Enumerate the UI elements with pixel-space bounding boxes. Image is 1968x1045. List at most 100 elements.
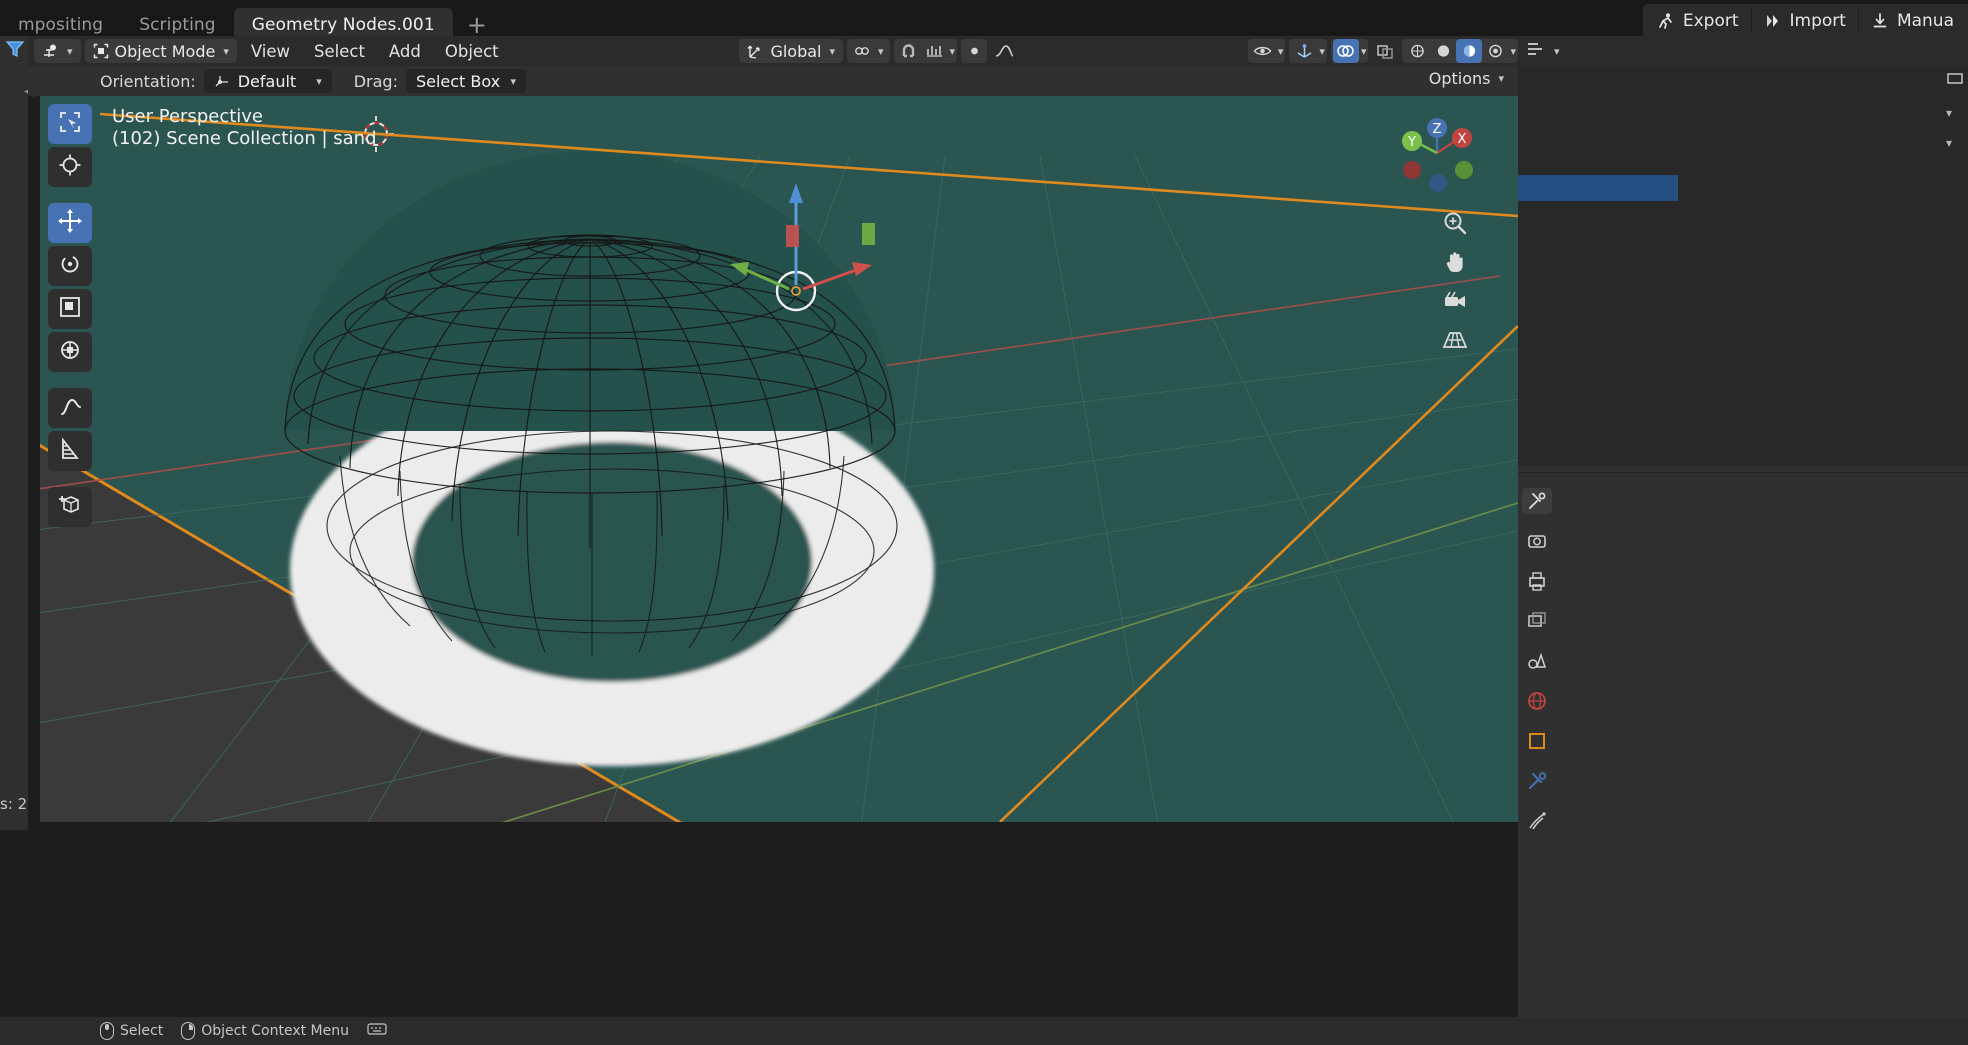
toolbar-gap-2 — [48, 375, 92, 385]
viewport-3d[interactable]: User Perspective (102) Scene Collection … — [40, 96, 1518, 822]
overlays-icon[interactable] — [1332, 39, 1359, 63]
menu-label: Object — [444, 41, 499, 61]
add-cube-icon — [57, 492, 83, 522]
properties-tab-particles[interactable] — [1522, 808, 1552, 834]
add-tools-group — [48, 487, 92, 527]
filter-funnel-icon[interactable] — [2, 36, 28, 62]
cursor-3d-icon — [58, 153, 82, 181]
menu-view[interactable]: View — [241, 39, 300, 63]
drag-label: Drag: — [353, 71, 398, 91]
select-box-icon — [58, 110, 82, 138]
object-mode-icon — [93, 43, 109, 59]
toolbar-gap — [48, 190, 92, 200]
tool-add-cube[interactable] — [48, 487, 92, 527]
eye-icon[interactable] — [1250, 39, 1276, 63]
plus-icon: + — [466, 11, 487, 39]
options-label: Options — [1428, 69, 1491, 88]
drag-dropdown[interactable]: Select Box ▾ — [405, 69, 526, 93]
orientation-dropdown[interactable]: Default ▾ — [203, 69, 332, 93]
tool-select-box[interactable] — [48, 104, 92, 144]
properties-tab-column — [1518, 480, 1556, 834]
chevron-down-icon: ▾ — [1498, 72, 1504, 85]
shading-modes-group: ▾ — [1402, 39, 1519, 63]
chevron-down-icon[interactable]: ▾ — [950, 45, 956, 58]
camera-icon[interactable] — [1440, 286, 1470, 316]
grid-perspective-icon[interactable] — [1440, 325, 1470, 355]
chevron-down-icon[interactable]: ▾ — [1278, 45, 1284, 58]
tool-annotate[interactable] — [48, 388, 92, 428]
export-icon — [1657, 12, 1675, 30]
manual-button[interactable]: Manua — [1859, 6, 1966, 36]
gizmo-icon[interactable] — [1291, 39, 1317, 63]
menu-label: Select — [314, 41, 365, 61]
properties-tab-world[interactable] — [1522, 688, 1552, 714]
tool-rotate[interactable] — [48, 246, 92, 286]
chevron-down-icon[interactable]: ▾ — [1319, 45, 1325, 58]
viewport-scene-label: (102) Scene Collection | sand — [112, 128, 377, 149]
navigation-gizmo[interactable]: Z X Y — [1394, 110, 1480, 196]
snap-magnet-icon[interactable] — [896, 39, 922, 63]
keyboard-icon — [367, 1022, 387, 1040]
shading-material-preview-icon[interactable] — [1456, 39, 1483, 63]
chevron-down-icon[interactable]: ▾ — [1554, 45, 1560, 58]
left-edge-strip — [0, 36, 28, 822]
shading-wireframe-icon[interactable] — [1404, 39, 1430, 63]
viewport-nav-buttons — [1440, 208, 1470, 355]
menu-select[interactable]: Select — [304, 39, 375, 63]
tool-cursor[interactable] — [48, 147, 92, 187]
workspace-tab-label: mpositing — [18, 15, 104, 35]
orientation-default-icon — [214, 74, 230, 89]
outliner-panel[interactable] — [1518, 66, 1968, 466]
tool-move[interactable] — [48, 203, 92, 243]
collection-icon[interactable] — [1946, 70, 1964, 90]
chevron-down-icon: ▾ — [829, 44, 836, 58]
shading-rendered-icon[interactable] — [1482, 39, 1508, 63]
chevron-down-icon[interactable]: ▾ — [1510, 45, 1516, 58]
workspace-tab-label: Scripting — [139, 15, 216, 35]
editor-icon[interactable] — [1526, 40, 1546, 62]
snap-increment-dropdown-icon[interactable] — [922, 39, 948, 63]
xray-toggle-icon[interactable] — [1372, 39, 1398, 63]
tool-scale[interactable] — [48, 289, 92, 329]
chevron-down-icon[interactable]: ▾ — [1946, 136, 1964, 150]
properties-tab-modifiers[interactable] — [1522, 768, 1552, 794]
manual-label: Manua — [1896, 11, 1954, 31]
import-button[interactable]: Import — [1752, 6, 1858, 36]
editor-type-button[interactable]: ▾ — [34, 39, 81, 63]
snap-target-dropdown[interactable]: ▾ — [847, 39, 890, 63]
outliner-selected-row[interactable] — [1518, 175, 1678, 201]
workspace-tab-label: Geometry Nodes.001 — [251, 15, 435, 35]
tool-transform[interactable] — [48, 332, 92, 372]
falloff-curve-icon[interactable] — [991, 39, 1017, 63]
export-button[interactable]: Export — [1645, 6, 1751, 36]
move-icon — [57, 208, 83, 238]
annotate-pencil-icon — [58, 394, 82, 422]
status-item-select: Select — [100, 1022, 163, 1040]
menu-object[interactable]: Object — [435, 39, 509, 63]
tool-measure[interactable] — [48, 431, 92, 471]
object-mode-dropdown[interactable]: Object Mode ▾ — [84, 39, 237, 63]
outliner-right-icons: ▾ ▾ — [1946, 70, 1964, 150]
properties-tab-view-layer[interactable] — [1522, 608, 1552, 634]
properties-tab-object[interactable] — [1522, 728, 1552, 754]
chevron-down-icon[interactable]: ▾ — [1946, 106, 1964, 120]
object-mode-label: Object Mode — [114, 41, 216, 61]
measure-ruler-icon — [58, 437, 82, 465]
shading-solid-icon[interactable] — [1430, 39, 1456, 63]
properties-tab-render[interactable] — [1522, 528, 1552, 554]
hand-icon[interactable] — [1440, 247, 1470, 277]
menu-label: View — [250, 41, 291, 61]
proportional-editing-icon[interactable] — [961, 39, 988, 63]
svg-text:Z: Z — [1433, 122, 1442, 137]
snap-increment-icon — [853, 43, 870, 59]
menu-add[interactable]: Add — [379, 39, 431, 63]
properties-tab-scene[interactable] — [1522, 648, 1552, 674]
magnifier-icon[interactable] — [1440, 208, 1470, 238]
orientation-axis-icon — [747, 43, 764, 59]
options-button[interactable]: Options ▾ — [1429, 69, 1504, 88]
transform-orientation-dropdown[interactable]: Global ▾ — [739, 39, 844, 63]
properties-tab-output[interactable] — [1522, 568, 1552, 594]
svg-text:X: X — [1458, 132, 1467, 147]
properties-tab-tool[interactable] — [1522, 488, 1552, 514]
chevron-down-icon[interactable]: ▾ — [1361, 45, 1367, 58]
